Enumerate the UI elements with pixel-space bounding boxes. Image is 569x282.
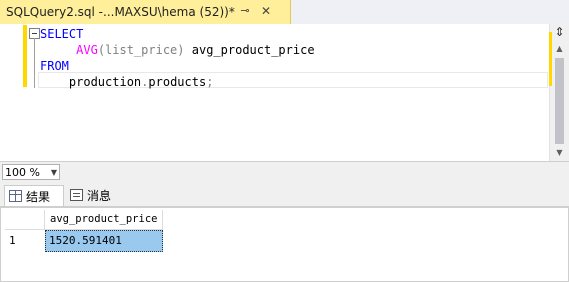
scroll-down-icon[interactable]: ▼ [550, 145, 569, 160]
scroll-thumb[interactable] [555, 58, 564, 144]
close-tab-icon[interactable]: ✕ [259, 4, 273, 18]
split-window-icon[interactable]: ⇕ [550, 24, 569, 41]
avg-function: AVG [76, 43, 98, 57]
messages-icon [70, 189, 83, 201]
results-tab-strip: 结果 消息 [0, 183, 569, 207]
scroll-up-icon[interactable]: ▲ [550, 41, 569, 56]
statement-terminator: ; [206, 75, 214, 89]
overview-change-marker [549, 32, 552, 86]
tab-results[interactable]: 结果 [4, 185, 64, 206]
select-keyword: SELECT [40, 27, 84, 41]
tab-results-label: 结果 [26, 189, 51, 204]
outline-fold-line [34, 38, 35, 88]
avg-arguments: (list_price) [97, 43, 185, 57]
change-tracking-bar [23, 25, 27, 87]
zoom-value: 100 % [5, 166, 40, 179]
query-document-tab[interactable]: SQLQuery2.sql -...MAXSU\hema (52))* ⊸ ✕ [0, 0, 291, 24]
editor-gutter [0, 24, 22, 161]
column-alias: avg_product_price [184, 43, 315, 57]
query-tab-title: SQLQuery2.sql -...MAXSU\hema (52))* [6, 5, 235, 19]
column-header[interactable]: avg_product_price [45, 210, 163, 230]
from-keyword: FROM [40, 59, 69, 73]
editor-vertical-scrollbar[interactable]: ⇕ ▲ ▼ [549, 24, 569, 161]
tab-messages-label: 消息 [87, 188, 112, 203]
results-grid-panel: avg_product_price 1 1520.591401 [0, 207, 569, 282]
document-tab-strip: SQLQuery2.sql -...MAXSU\hema (52))* ⊸ ✕ [0, 0, 569, 26]
zoom-select[interactable]: 100 % ▼ [2, 164, 60, 180]
zoom-bar: 100 % ▼ [0, 161, 569, 183]
sql-editor[interactable]: SELECT AVG(list_price) avg_product_price… [0, 24, 569, 161]
sql-code[interactable]: SELECT AVG(list_price) avg_product_price… [40, 26, 315, 90]
chevron-down-icon[interactable]: ▼ [51, 165, 57, 181]
pin-icon[interactable]: ⊸ [238, 4, 252, 18]
tab-messages[interactable]: 消息 [66, 185, 121, 205]
row-header[interactable]: 1 [5, 230, 45, 252]
schema-name: production [68, 75, 142, 89]
results-grid-icon [9, 190, 22, 202]
result-cell[interactable]: 1520.591401 [45, 230, 163, 252]
table-name: products [148, 75, 207, 89]
grid-corner-header[interactable] [5, 210, 45, 230]
